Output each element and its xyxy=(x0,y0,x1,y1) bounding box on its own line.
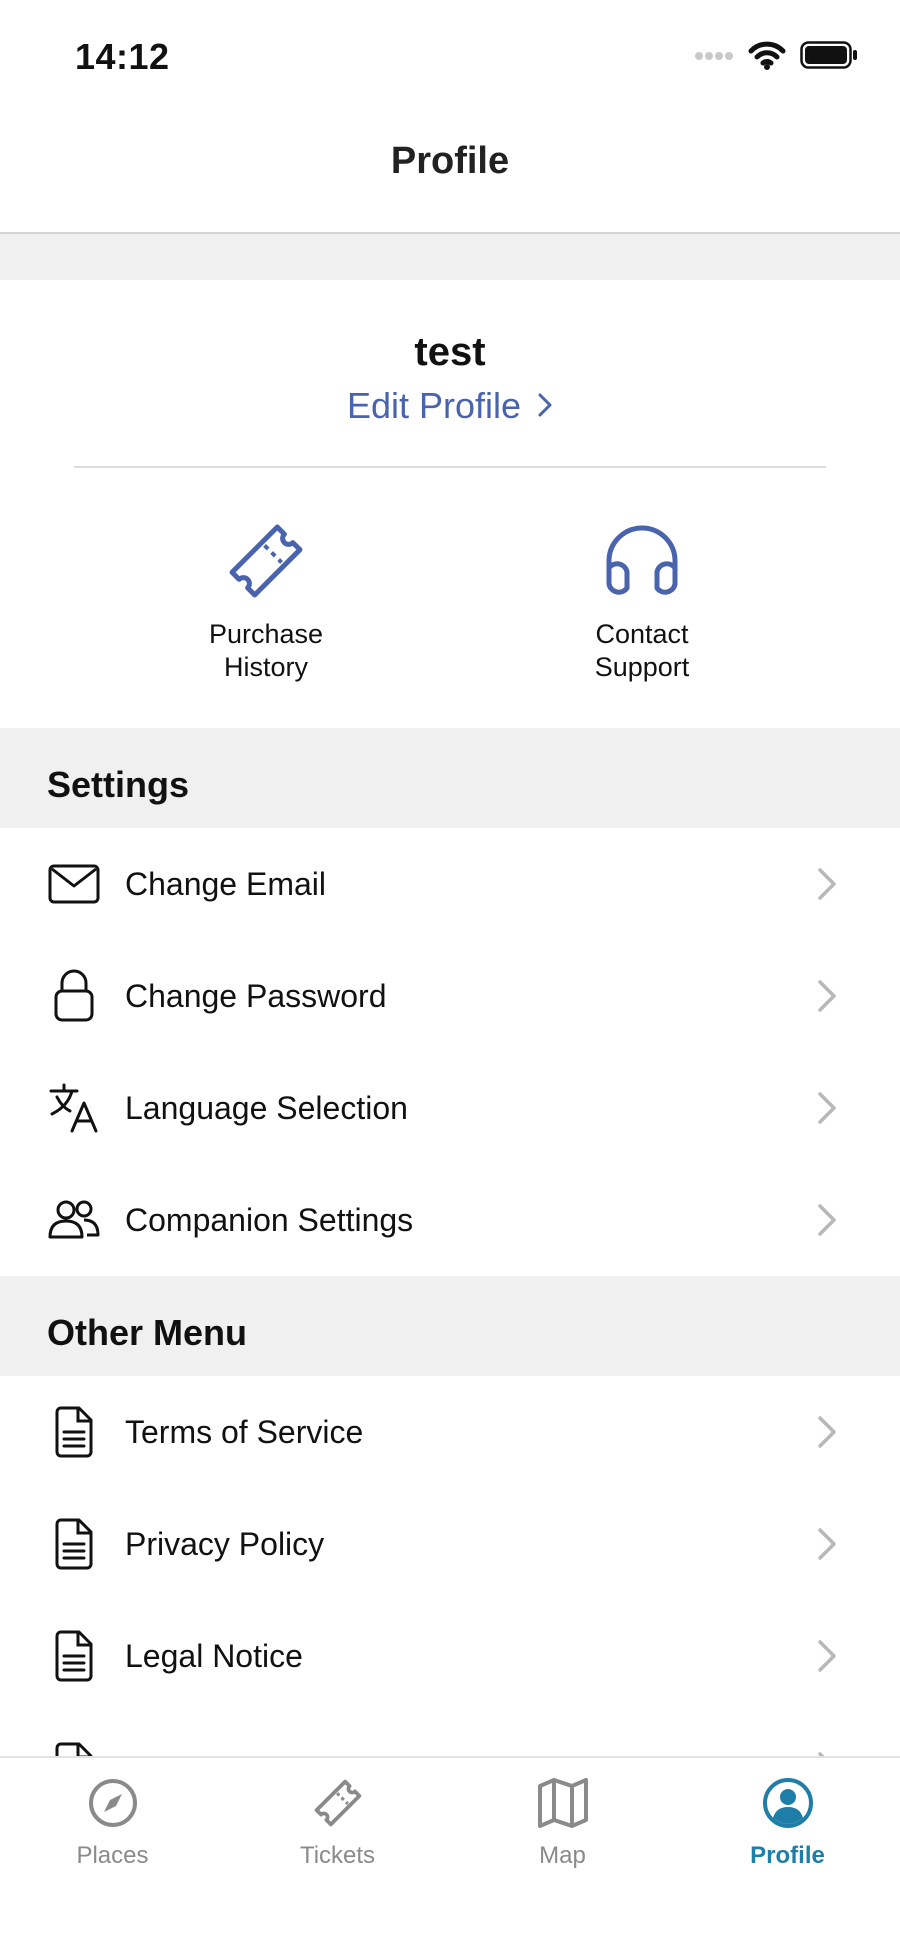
edit-profile-link[interactable]: Edit Profile xyxy=(0,385,900,427)
username: test xyxy=(414,330,486,374)
person-circle-icon xyxy=(675,1774,900,1832)
tab-profile-label: Profile xyxy=(750,1842,825,1869)
document-icon xyxy=(46,1740,102,1756)
purchase-history-label: Purchase History xyxy=(208,619,324,682)
terms-of-service-label: Terms of Service xyxy=(125,1413,364,1450)
profile-card: test Edit Profile Purchase History Conta… xyxy=(0,280,900,728)
envelope-icon xyxy=(46,856,102,912)
terms-of-service-item[interactable]: Terms of Service xyxy=(0,1376,900,1488)
privacy-policy-label: Privacy Policy xyxy=(125,1525,325,1562)
language-selection-item[interactable]: Language Selection xyxy=(0,1052,900,1164)
companion-settings-item[interactable]: Companion Settings xyxy=(0,1164,900,1276)
chevron-right-icon xyxy=(816,866,838,907)
translate-icon xyxy=(46,1080,102,1136)
tab-profile[interactable]: Profile xyxy=(675,1774,900,1870)
change-password-item[interactable]: Change Password xyxy=(0,940,900,1052)
ticket-icon xyxy=(136,516,396,606)
language-selection-label: Language Selection xyxy=(125,1089,408,1126)
change-email-item[interactable]: Change Email xyxy=(0,828,900,940)
edit-profile-label: Edit Profile xyxy=(346,385,522,426)
tab-map[interactable]: Map xyxy=(450,1774,675,1870)
map-icon xyxy=(450,1774,675,1832)
compass-icon xyxy=(0,1774,225,1832)
wifi-icon xyxy=(748,40,786,75)
change-email-label: Change Email xyxy=(125,865,326,902)
status-icons xyxy=(694,40,858,75)
tab-map-label: Map xyxy=(539,1842,586,1869)
battery-icon xyxy=(800,41,858,74)
tab-tickets-label: Tickets xyxy=(299,1842,376,1869)
chevron-right-icon xyxy=(816,978,838,1019)
people-icon xyxy=(46,1192,102,1248)
purchase-history-button[interactable]: Purchase History xyxy=(136,516,396,684)
chevron-right-icon xyxy=(816,1202,838,1243)
tab-bar: Places Tickets Map Profile xyxy=(0,1756,900,1948)
settings-section-header: Settings xyxy=(0,728,900,828)
settings-list: Change Email Change Password Language Se… xyxy=(0,828,900,1276)
tab-tickets[interactable]: Tickets xyxy=(225,1774,450,1870)
section-gap xyxy=(0,234,900,280)
status-time: 14:12 xyxy=(75,36,170,77)
chevron-right-icon xyxy=(816,1414,838,1455)
other-menu-title: Other Menu xyxy=(47,1312,248,1353)
tab-places[interactable]: Places xyxy=(0,1774,225,1870)
companion-settings-label: Companion Settings xyxy=(125,1201,414,1238)
other-menu-section-header: Other Menu xyxy=(0,1276,900,1376)
legal-notice-label: Legal Notice xyxy=(125,1637,303,1674)
status-bar: 14:12 xyxy=(0,0,900,110)
contact-support-label: Contact Support xyxy=(594,619,690,682)
nav-header: Profile xyxy=(0,110,900,234)
document-icon xyxy=(46,1516,102,1572)
tab-places-label: Places xyxy=(76,1842,149,1869)
ticket-icon xyxy=(225,1774,450,1832)
settings-title: Settings xyxy=(47,764,190,805)
change-password-label: Change Password xyxy=(125,977,387,1014)
lock-icon xyxy=(46,968,102,1024)
partial-list-item[interactable] xyxy=(0,1712,900,1756)
legal-notice-item[interactable]: Legal Notice xyxy=(0,1600,900,1712)
card-divider xyxy=(74,466,826,468)
page-title: Profile xyxy=(390,140,510,182)
chevron-right-icon xyxy=(816,1638,838,1679)
chevron-right-icon xyxy=(816,1526,838,1567)
chevron-right-icon xyxy=(816,1090,838,1131)
document-icon xyxy=(46,1628,102,1684)
document-icon xyxy=(46,1404,102,1460)
chevron-right-icon xyxy=(537,385,553,427)
headphones-icon xyxy=(512,516,772,606)
contact-support-button[interactable]: Contact Support xyxy=(512,516,772,684)
other-menu-list: Terms of Service Privacy Policy Legal No… xyxy=(0,1376,900,1756)
privacy-policy-item[interactable]: Privacy Policy xyxy=(0,1488,900,1600)
signal-icon xyxy=(694,49,734,67)
